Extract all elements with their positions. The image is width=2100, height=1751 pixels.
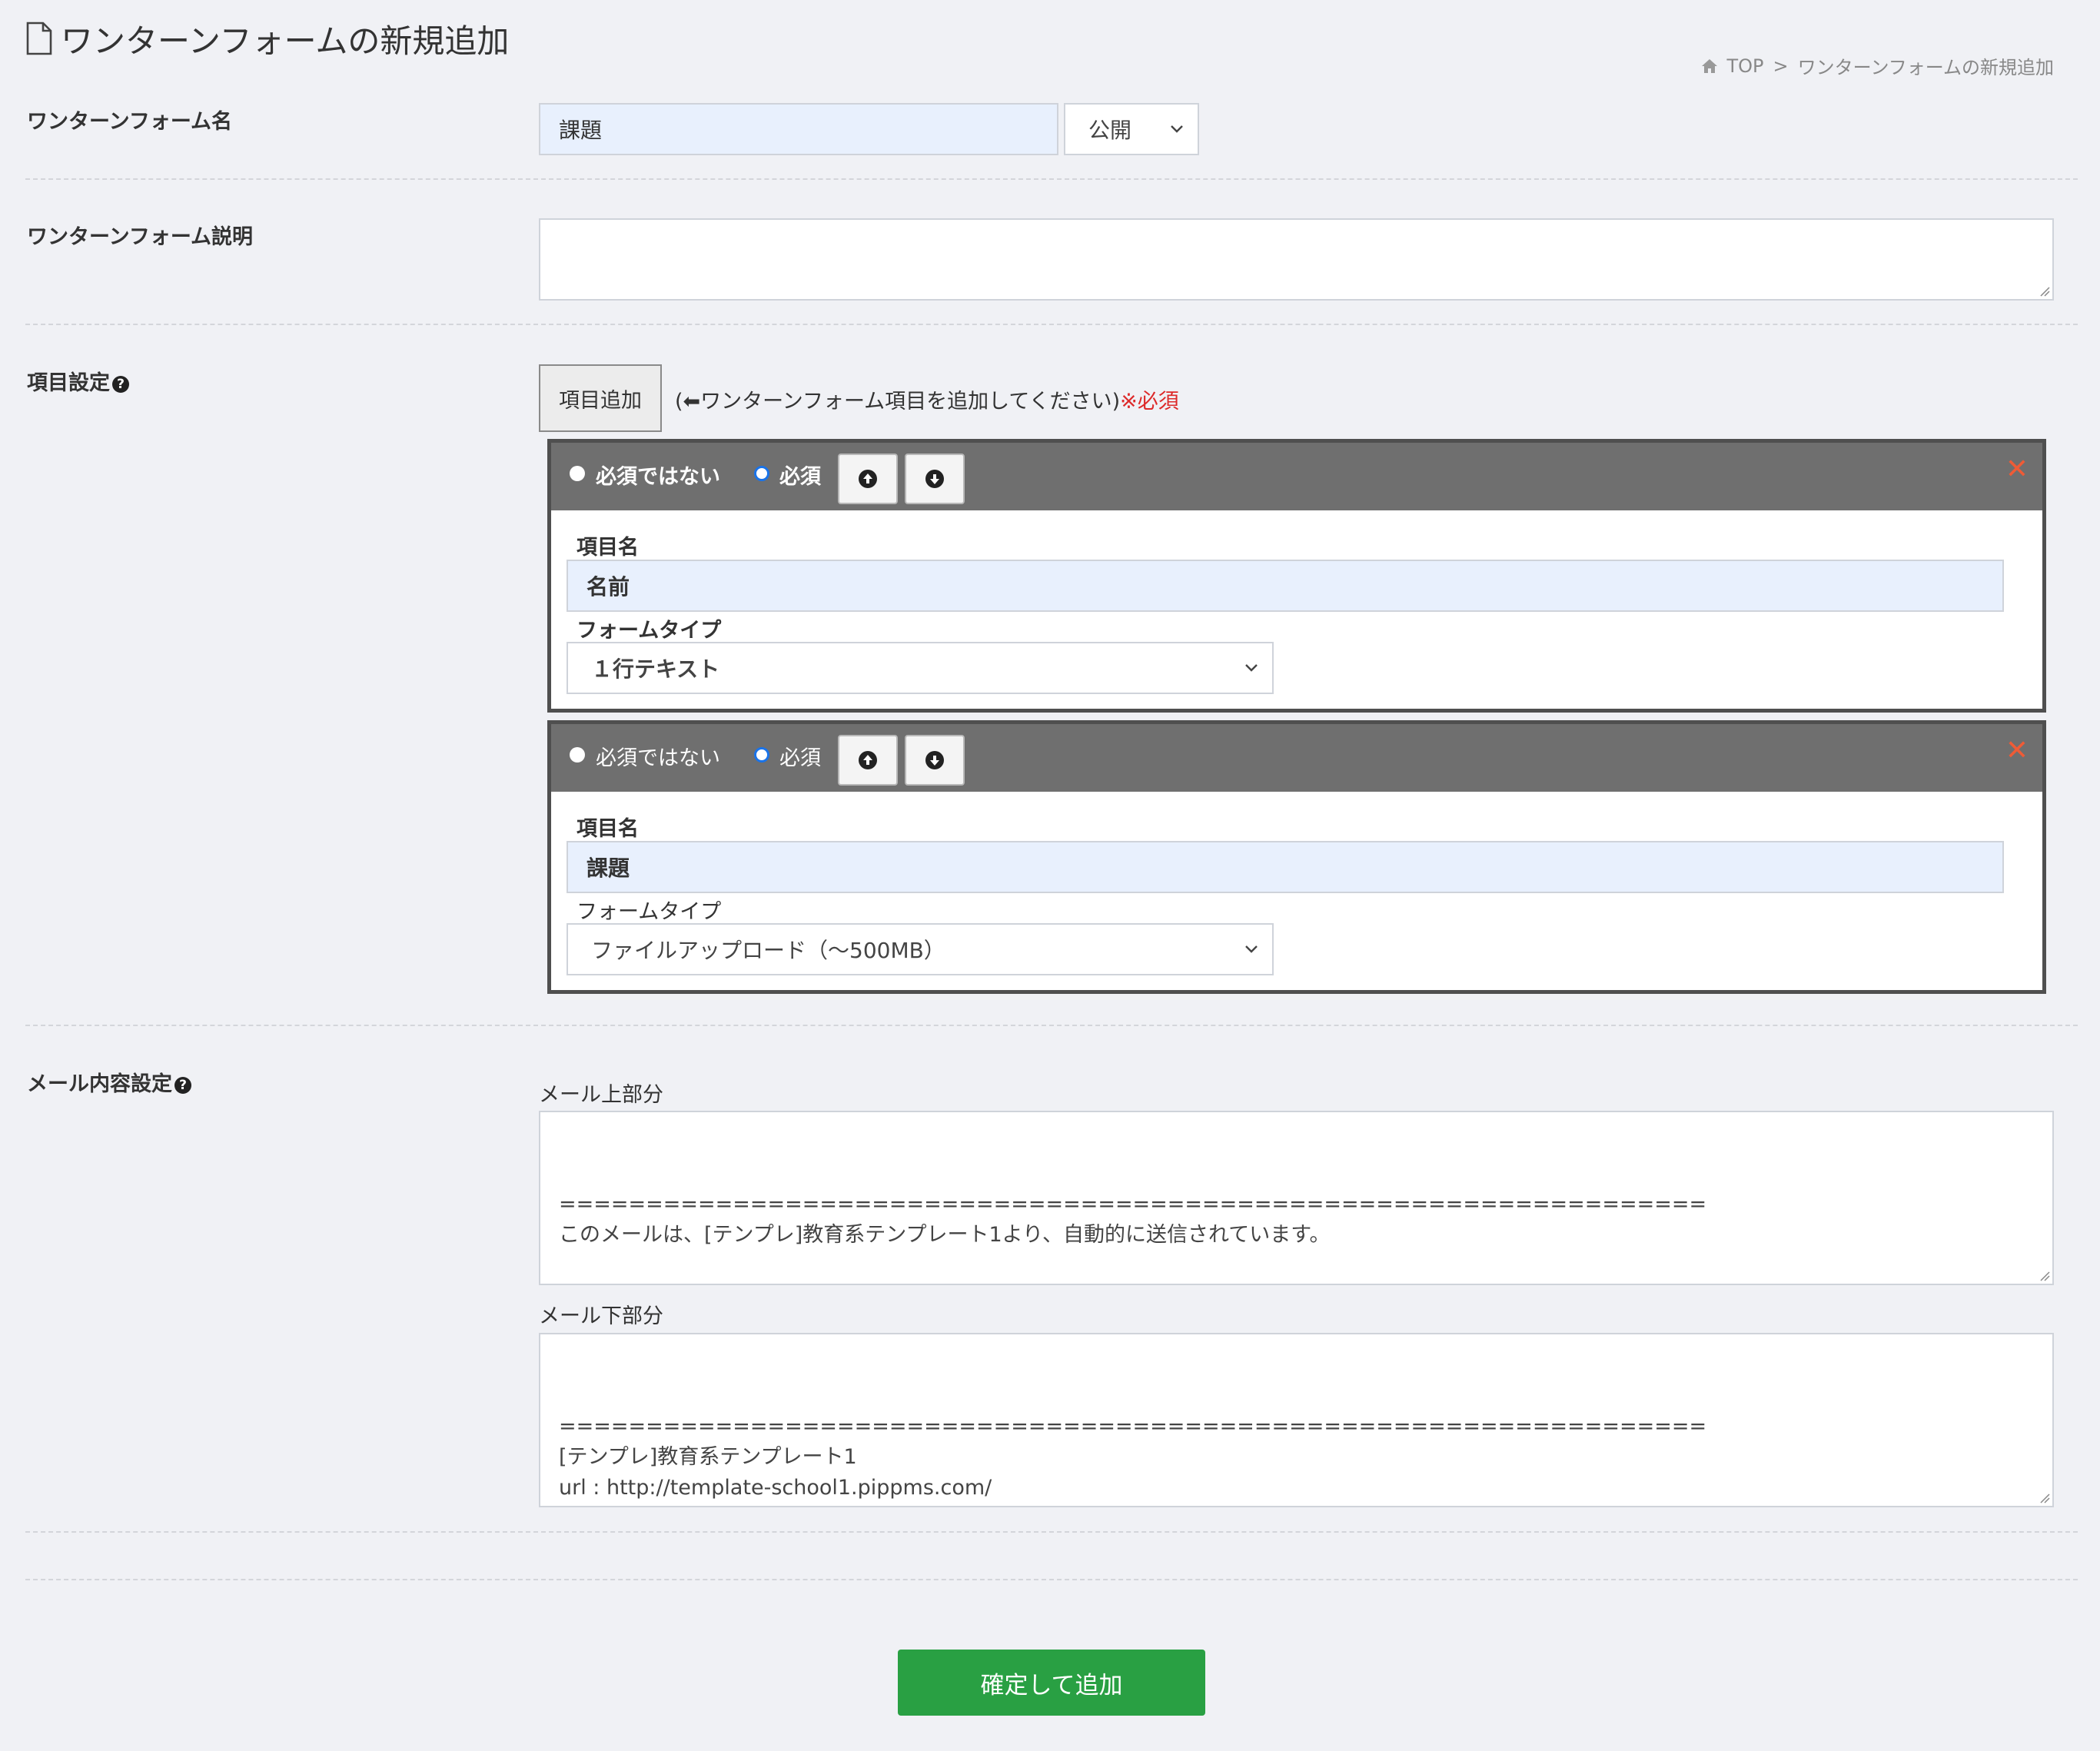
divider [25, 324, 2078, 325]
chevron-down-icon [1171, 125, 1183, 133]
not-required-label: 必須ではない [596, 465, 720, 489]
form-name-label: ワンターンフォーム名 [27, 110, 233, 134]
mail-label-text: メール内容設定 [27, 1072, 172, 1096]
mail-top-label: メール上部分 [539, 1083, 663, 1107]
add-item-button[interactable]: 項目追加 [539, 364, 662, 432]
resize-handle-icon[interactable] [2039, 1271, 2050, 1281]
page-title: ワンターンフォームの新規追加 [25, 14, 509, 63]
item-name-input[interactable]: 課題 [567, 841, 2004, 893]
required-radio[interactable] [754, 747, 769, 763]
item-card-header: 必須ではない 必須 ✕ [551, 443, 2042, 510]
mail-bottom-value: ========================================… [559, 1414, 1707, 1500]
required-label: 必須 [779, 465, 821, 489]
chevron-down-icon [1245, 945, 1258, 953]
required-label: 必須 [779, 746, 821, 770]
status-select[interactable]: 公開 [1064, 103, 1199, 155]
arrow-up-circle-icon [859, 751, 877, 769]
resize-handle-icon[interactable] [2039, 286, 2050, 297]
mail-bottom-label: メール下部分 [539, 1304, 663, 1328]
mail-top-textarea[interactable]: ========================================… [539, 1111, 2054, 1285]
form-type-value: ファイルアップロード（〜500MB） [591, 938, 945, 963]
form-type-label: フォームタイプ [577, 619, 722, 643]
chevron-down-icon [1245, 664, 1258, 672]
move-down-button[interactable] [905, 454, 965, 504]
items-label: 項目設定? [27, 366, 129, 396]
help-icon[interactable]: ? [112, 375, 129, 393]
form-description-textarea[interactable] [539, 218, 2054, 301]
mail-top-value: ========================================… [559, 1192, 1707, 1247]
mail-bottom-textarea[interactable]: ========================================… [539, 1333, 2054, 1507]
form-type-select[interactable]: ファイルアップロード（〜500MB） [567, 923, 1274, 975]
arrow-up-circle-icon [859, 470, 877, 488]
not-required-radio[interactable] [570, 747, 585, 763]
divider [25, 1531, 2078, 1533]
move-up-button[interactable] [838, 735, 898, 786]
required-note: ※必須 [1120, 390, 1179, 414]
submit-button[interactable]: 確定して追加 [898, 1650, 1205, 1716]
arrow-down-circle-icon [925, 751, 944, 769]
move-up-button[interactable] [838, 454, 898, 504]
page-root: ワンターンフォームの新規追加 TOP > ワンターンフォームの新規追加 ワンター… [0, 0, 2100, 1751]
not-required-label: 必須ではない [596, 746, 720, 770]
required-radio[interactable] [754, 466, 769, 481]
arrow-down-circle-icon [925, 470, 944, 488]
form-type-label: フォームタイプ [577, 900, 722, 924]
form-type-select[interactable]: １行テキスト [567, 642, 1274, 694]
page-title-text: ワンターンフォームの新規追加 [61, 22, 510, 60]
home-icon [1701, 58, 1717, 73]
add-item-hint-text: (⬅ワンターンフォーム項目を追加してください) [675, 390, 1121, 414]
remove-item-icon[interactable]: ✕ [2005, 454, 2029, 485]
help-icon[interactable]: ? [174, 1076, 191, 1094]
breadcrumb-home-link[interactable]: TOP [1727, 55, 1764, 77]
items-label-text: 項目設定 [27, 371, 110, 395]
item-card: 必須ではない 必須 ✕ 項目名 課題 フォームタイプ ファイルアップロード（〜5… [547, 720, 2046, 994]
status-select-value: 公開 [1088, 118, 1132, 143]
breadcrumb-current: ワンターンフォームの新規追加 [1797, 57, 2054, 78]
not-required-radio[interactable] [570, 466, 585, 481]
breadcrumb: TOP > ワンターンフォームの新規追加 [1701, 52, 2054, 79]
item-name-label: 項目名 [577, 817, 639, 841]
divider [25, 1579, 2078, 1580]
item-name-input[interactable]: 名前 [567, 560, 2004, 612]
form-name-input[interactable]: 課題 [539, 103, 1058, 155]
item-name-label: 項目名 [577, 536, 639, 560]
document-icon [26, 22, 52, 55]
mail-label: メール内容設定? [27, 1067, 191, 1097]
move-down-button[interactable] [905, 735, 965, 786]
divider [25, 178, 2078, 180]
add-item-hint: (⬅ワンターンフォーム項目を追加してください)※必須 [675, 384, 1179, 414]
remove-item-icon[interactable]: ✕ [2005, 735, 2029, 766]
form-type-value: １行テキスト [591, 656, 720, 682]
breadcrumb-separator: > [1773, 55, 1789, 77]
item-card: 必須ではない 必須 ✕ 項目名 名前 フォームタイプ １行テキスト [547, 439, 2046, 713]
item-card-header: 必須ではない 必須 ✕ [551, 724, 2042, 792]
divider [25, 1025, 2078, 1026]
form-description-label: ワンターンフォーム説明 [27, 225, 254, 249]
resize-handle-icon[interactable] [2039, 1493, 2050, 1503]
